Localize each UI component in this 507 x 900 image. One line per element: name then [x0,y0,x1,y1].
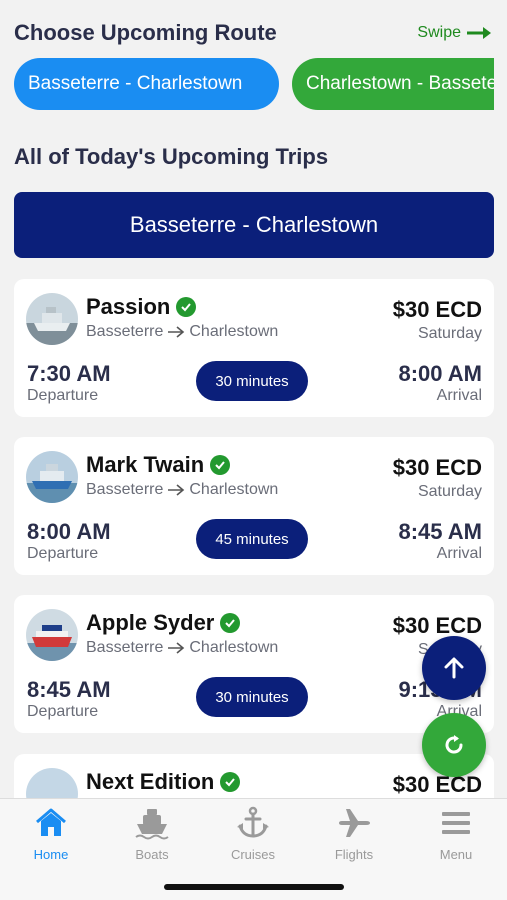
arrow-right-icon [168,326,185,338]
boat-name-row: Mark Twain [86,452,231,478]
trip-price: $30 ECD [392,613,482,638]
swipe-label: Swipe [417,24,461,41]
arrow-right-icon [467,27,491,39]
arrival-label: Arrival [436,545,482,562]
arrival-label: Arrival [436,387,482,404]
home-indicator[interactable] [164,884,344,890]
trip-card[interactable]: Passion Basseterre Charlestown $30 ECD S… [14,279,494,417]
boat-name-row: Next Edition [86,769,241,795]
verified-check-icon [210,455,231,475]
scroll-to-top-button[interactable] [422,636,486,700]
boat-avatar [26,451,78,503]
departure-time: 7:30 AM [27,361,111,386]
arrow-up-icon [444,657,464,679]
route-to: Charlestown [189,639,279,656]
trip-route: Basseterre Charlestown [86,481,278,499]
tab-flights[interactable]: Flights [314,805,394,862]
route-from: Basseterre [86,639,164,656]
verified-check-icon [220,613,241,633]
boat-name: Next Edition [86,769,215,794]
boat-name-row: Apple Syder [86,610,241,636]
tab-label: Home [33,847,69,862]
trip-route: Basseterre Charlestown [86,639,278,657]
choose-route-title: Choose Upcoming Route [14,20,277,45]
home-icon [36,808,66,836]
departure-time: 8:00 AM [27,519,111,544]
route-header: Choose Upcoming Route Swipe [14,18,493,48]
route-to: Charlestown [189,323,279,340]
route-to: Charlestown [189,481,279,498]
departure-label: Departure [27,703,99,720]
refresh-icon [445,735,463,754]
arrow-right-icon [168,642,185,654]
boat-name: Passion [86,294,171,319]
arrow-right-icon [168,484,185,496]
trip-price: $30 ECD [392,297,482,322]
route-selector[interactable]: Basseterre - Charlestown Charlestown - B… [14,58,494,112]
swipe-hint: Swipe [417,24,493,42]
tab-menu[interactable]: Menu [416,805,496,862]
boat-name: Mark Twain [86,452,205,477]
duration-badge: 45 minutes [196,519,308,559]
trip-route: Basseterre Charlestown [86,323,278,341]
departure-time: 8:45 AM [27,677,111,702]
tab-cruises[interactable]: Cruises [213,805,293,862]
arrival-time: 8:45 AM [398,519,482,544]
verified-check-icon [220,772,241,792]
duration-badge: 30 minutes [196,361,308,401]
tab-boats[interactable]: Boats [112,805,192,862]
airplane-icon [339,809,370,837]
duration-badge: 30 minutes [196,677,308,717]
route-pill-charlestown-basseterre[interactable]: Charlestown - Basseterre [292,58,494,110]
departure-label: Departure [27,387,99,404]
trip-price: $30 ECD [392,772,482,797]
tab-home[interactable]: Home [11,805,91,862]
tab-label: Menu [439,847,473,862]
route-pill-basseterre-charlestown[interactable]: Basseterre - Charlestown [14,58,279,110]
trips-title: All of Today's Upcoming Trips [14,144,329,169]
tab-label: Boats [135,847,169,862]
boat-icon [135,809,169,840]
boat-avatar [26,609,78,661]
trip-day: Saturday [417,483,482,500]
trip-day: Saturday [417,325,482,342]
tab-label: Flights [334,847,374,862]
selected-route-banner: Basseterre - Charlestown [14,192,494,258]
route-from: Basseterre [86,323,164,340]
trip-card[interactable]: Mark Twain Basseterre Charlestown $30 EC… [14,437,494,575]
boat-name: Apple Syder [86,610,215,635]
route-from: Basseterre [86,481,164,498]
boat-avatar [26,293,78,345]
anchor-icon [237,806,269,838]
departure-label: Departure [27,545,99,562]
refresh-button[interactable] [422,713,486,777]
arrival-time: 8:00 AM [398,361,482,386]
trip-price: $30 ECD [392,455,482,480]
menu-icon [442,812,470,834]
tab-label: Cruises [230,847,276,862]
boat-name-row: Passion [86,294,197,320]
verified-check-icon [176,297,197,317]
